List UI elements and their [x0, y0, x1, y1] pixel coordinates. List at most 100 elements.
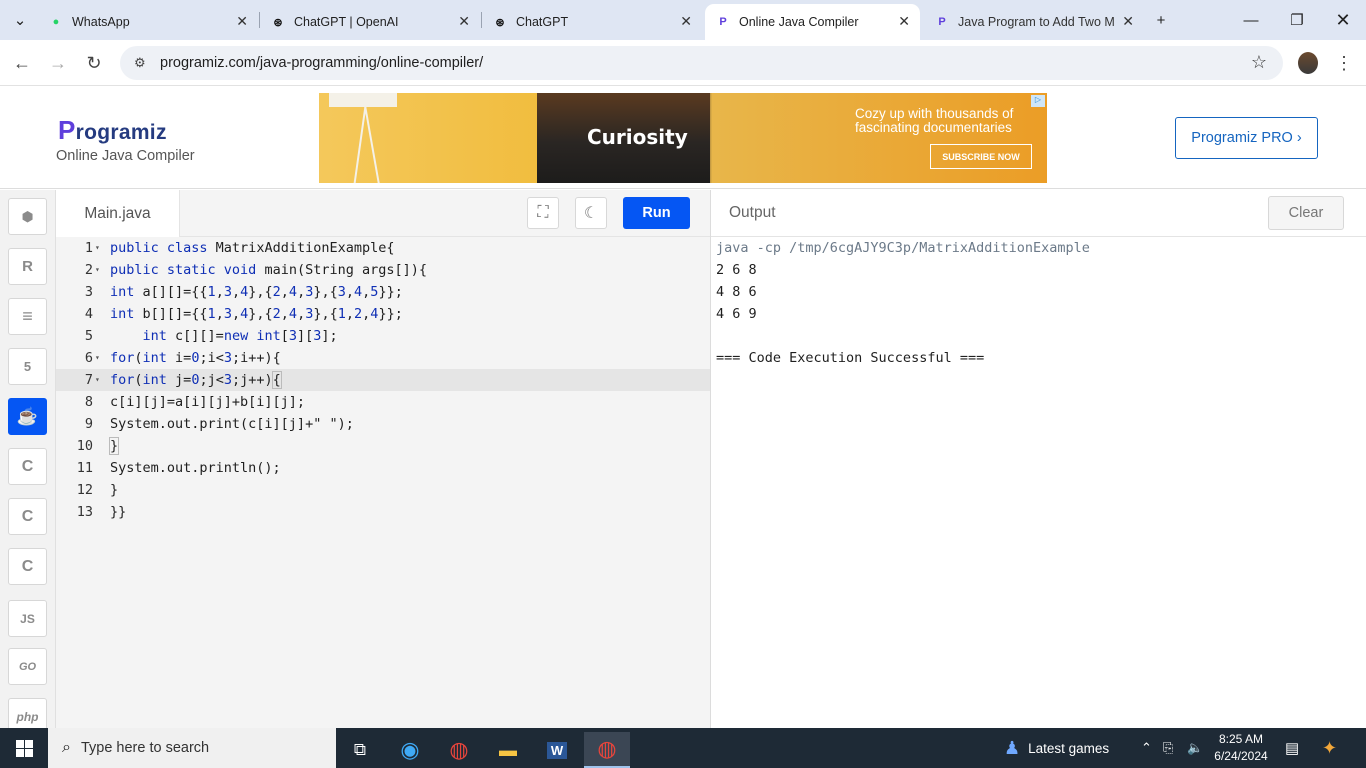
- tab-label: WhatsApp: [72, 15, 130, 29]
- openai-icon: ⊛: [495, 16, 505, 29]
- javascript-icon[interactable]: JS: [8, 600, 47, 637]
- output-header: Output Clear: [711, 190, 1366, 237]
- file-explorer-icon[interactable]: ▬: [485, 732, 531, 768]
- programiz-pro-button[interactable]: Programiz PRO ›: [1175, 117, 1318, 159]
- programiz-icon: P: [719, 16, 727, 28]
- java-icon[interactable]: ☕: [8, 398, 47, 435]
- forward-icon[interactable]: →: [46, 51, 70, 75]
- page-subtitle: Online Java Compiler: [56, 148, 195, 164]
- tab-label: Java Program to Add Two M: [958, 15, 1115, 29]
- browser-menu-icon[interactable]: ⋮: [1332, 51, 1356, 75]
- games-label: Latest games: [1028, 740, 1110, 756]
- python-icon[interactable]: ⬢: [8, 198, 47, 235]
- system-clock[interactable]: 8:25 AM 6/24/2024: [1208, 731, 1274, 765]
- close-icon[interactable]: ✕: [898, 13, 910, 30]
- reload-icon[interactable]: ↻: [82, 51, 106, 75]
- tab-whatsapp[interactable]: ● WhatsApp ✕: [40, 4, 258, 40]
- taskbar-search-box[interactable]: ⌕ Type here to search: [48, 728, 336, 768]
- clock-time: 8:25 AM: [1218, 732, 1264, 746]
- search-icon: ⌕: [62, 739, 71, 756]
- ad-brand: Curiosity: [587, 125, 688, 149]
- close-icon[interactable]: ✕: [458, 13, 470, 30]
- code-line: 4 int b[][]={{1,3,4},{2,4,3},{1,2,4}};: [84, 306, 403, 322]
- tab-java-add-two-matrices[interactable]: P Java Program to Add Two M ✕: [926, 4, 1144, 40]
- output-line: 2 6 8: [716, 262, 757, 278]
- output-line: 4 8 6: [716, 284, 757, 300]
- adchoices-icon[interactable]: ▷: [1031, 95, 1045, 107]
- volume-muted-icon[interactable]: 🔈: [1187, 728, 1203, 768]
- dark-mode-moon-icon[interactable]: ☾: [575, 197, 607, 229]
- edge-browser-icon[interactable]: ◉: [387, 732, 433, 768]
- editor-header: Main.java ⛶ ☾ Run: [56, 190, 710, 237]
- close-icon[interactable]: ✕: [1122, 13, 1134, 30]
- chrome-icon[interactable]: ◍: [436, 732, 482, 768]
- code-line: 10 }: [76, 437, 120, 455]
- programiz-logo[interactable]: Programiz: [58, 115, 167, 146]
- code-line: 6 ▾ for(int i=0;i<3;i++){: [84, 350, 281, 366]
- tab-label: ChatGPT: [516, 15, 569, 29]
- code-editor[interactable]: 1 ▾ public class MatrixAdditionExample{ 2…: [56, 237, 710, 728]
- network-icon[interactable]: ⎘: [1163, 728, 1173, 768]
- openai-icon: ⊛: [273, 16, 283, 29]
- chrome-profile-icon[interactable]: ◍: [584, 732, 630, 768]
- code-line: 8 c[i][j]=a[i][j]+b[i][j];: [84, 394, 306, 410]
- site-info-icon[interactable]: ⚙: [134, 55, 154, 71]
- tab-label: Online Java Compiler: [739, 15, 859, 29]
- tab-chatgpt[interactable]: ⊛ ChatGPT ✕: [484, 4, 702, 40]
- new-tab-icon[interactable]: +: [1138, 0, 1184, 40]
- code-line: 2 ▾ public static void main(String args[]…: [84, 262, 427, 278]
- code-line-text: public class MatrixAdditionExample{: [110, 240, 395, 256]
- url-text[interactable]: programiz.com/java-programming/online-co…: [160, 55, 483, 71]
- sql-database-icon[interactable]: ≡: [8, 298, 47, 335]
- code-line: 12 }: [76, 482, 119, 498]
- clock-date: 6/24/2024: [1214, 749, 1268, 763]
- file-tab-main-java[interactable]: Main.java: [56, 190, 180, 237]
- code-line: 11 System.out.println();: [76, 460, 281, 476]
- tab-search-chevron-icon[interactable]: ⌄: [0, 0, 40, 40]
- fullscreen-icon[interactable]: ⛶: [527, 197, 559, 229]
- tab-label: ChatGPT | OpenAI: [294, 15, 399, 29]
- output-console[interactable]: java -cp /tmp/6cgAJY9C3p/MatrixAdditionE…: [711, 237, 1366, 728]
- notifications-icon[interactable]: ▤: [1285, 728, 1299, 768]
- code-line: 13 }}: [76, 504, 127, 520]
- output-line: === Code Execution Successful ===: [716, 350, 985, 366]
- restore-icon[interactable]: ❐: [1274, 0, 1320, 40]
- clear-button[interactable]: Clear: [1268, 196, 1344, 230]
- address-bar[interactable]: ⚙ programiz.com/java-programming/online-…: [120, 46, 1283, 80]
- run-button[interactable]: Run: [623, 197, 690, 229]
- code-line: 3 int a[][]={{1,3,4},{2,4,3},{3,4,5}};: [84, 284, 403, 300]
- output-line: java -cp /tmp/6cgAJY9C3p/MatrixAdditionE…: [716, 240, 1090, 256]
- csharp-icon[interactable]: C: [8, 548, 47, 585]
- ad-subscribe-button[interactable]: SUBSCRIBE NOW: [930, 144, 1032, 169]
- close-icon[interactable]: ✕: [236, 13, 248, 30]
- r-language-icon[interactable]: R: [8, 248, 47, 285]
- copilot-icon[interactable]: ✦: [1322, 728, 1337, 768]
- tab-online-java-compiler[interactable]: P Online Java Compiler ✕: [705, 4, 920, 40]
- task-view-icon[interactable]: ⧉: [337, 732, 383, 768]
- search-placeholder: Type here to search: [80, 740, 210, 756]
- tab-chatgpt-openai[interactable]: ⊛ ChatGPT | OpenAI ✕: [262, 4, 480, 40]
- profile-avatar[interactable]: [1296, 51, 1320, 75]
- close-icon[interactable]: ✕: [680, 13, 692, 30]
- windows-start-icon[interactable]: [0, 728, 48, 768]
- cpp-icon[interactable]: C: [8, 498, 47, 535]
- latest-games-widget[interactable]: ♟ Latest games: [1004, 728, 1109, 768]
- window-close-icon[interactable]: ✕: [1320, 0, 1366, 40]
- code-line: 9 System.out.print(c[i][j]+" ");: [84, 416, 354, 432]
- output-title: Output: [729, 204, 776, 221]
- c-language-icon[interactable]: C: [8, 448, 47, 485]
- show-hidden-icons-chevron-icon[interactable]: ⌃: [1141, 728, 1152, 768]
- go-icon[interactable]: GO: [8, 648, 47, 685]
- programiz-icon: P: [938, 16, 946, 28]
- back-icon[interactable]: ←: [10, 51, 34, 75]
- browser-toolbar: ← → ↻ ⚙ programiz.com/java-programming/o…: [0, 40, 1366, 86]
- word-icon[interactable]: W: [534, 732, 580, 768]
- advertisement-banner[interactable]: Curiosity Cozy up with thousands of fasc…: [319, 93, 1047, 183]
- code-line-current: 7 ▾ for(int j=0;j<3;j++){: [56, 369, 710, 391]
- minimize-icon[interactable]: —: [1228, 0, 1274, 40]
- bookmark-star-icon[interactable]: ☆: [1251, 52, 1267, 73]
- html5-icon[interactable]: 5: [8, 348, 47, 385]
- browser-tab-bar: ⌄ ● WhatsApp ✕ ⊛ ChatGPT | OpenAI ✕ ⊛ Ch…: [0, 0, 1366, 40]
- output-line: 4 6 9: [716, 306, 757, 322]
- code-line: 5 int c[][]=new int[3][3];: [84, 328, 338, 344]
